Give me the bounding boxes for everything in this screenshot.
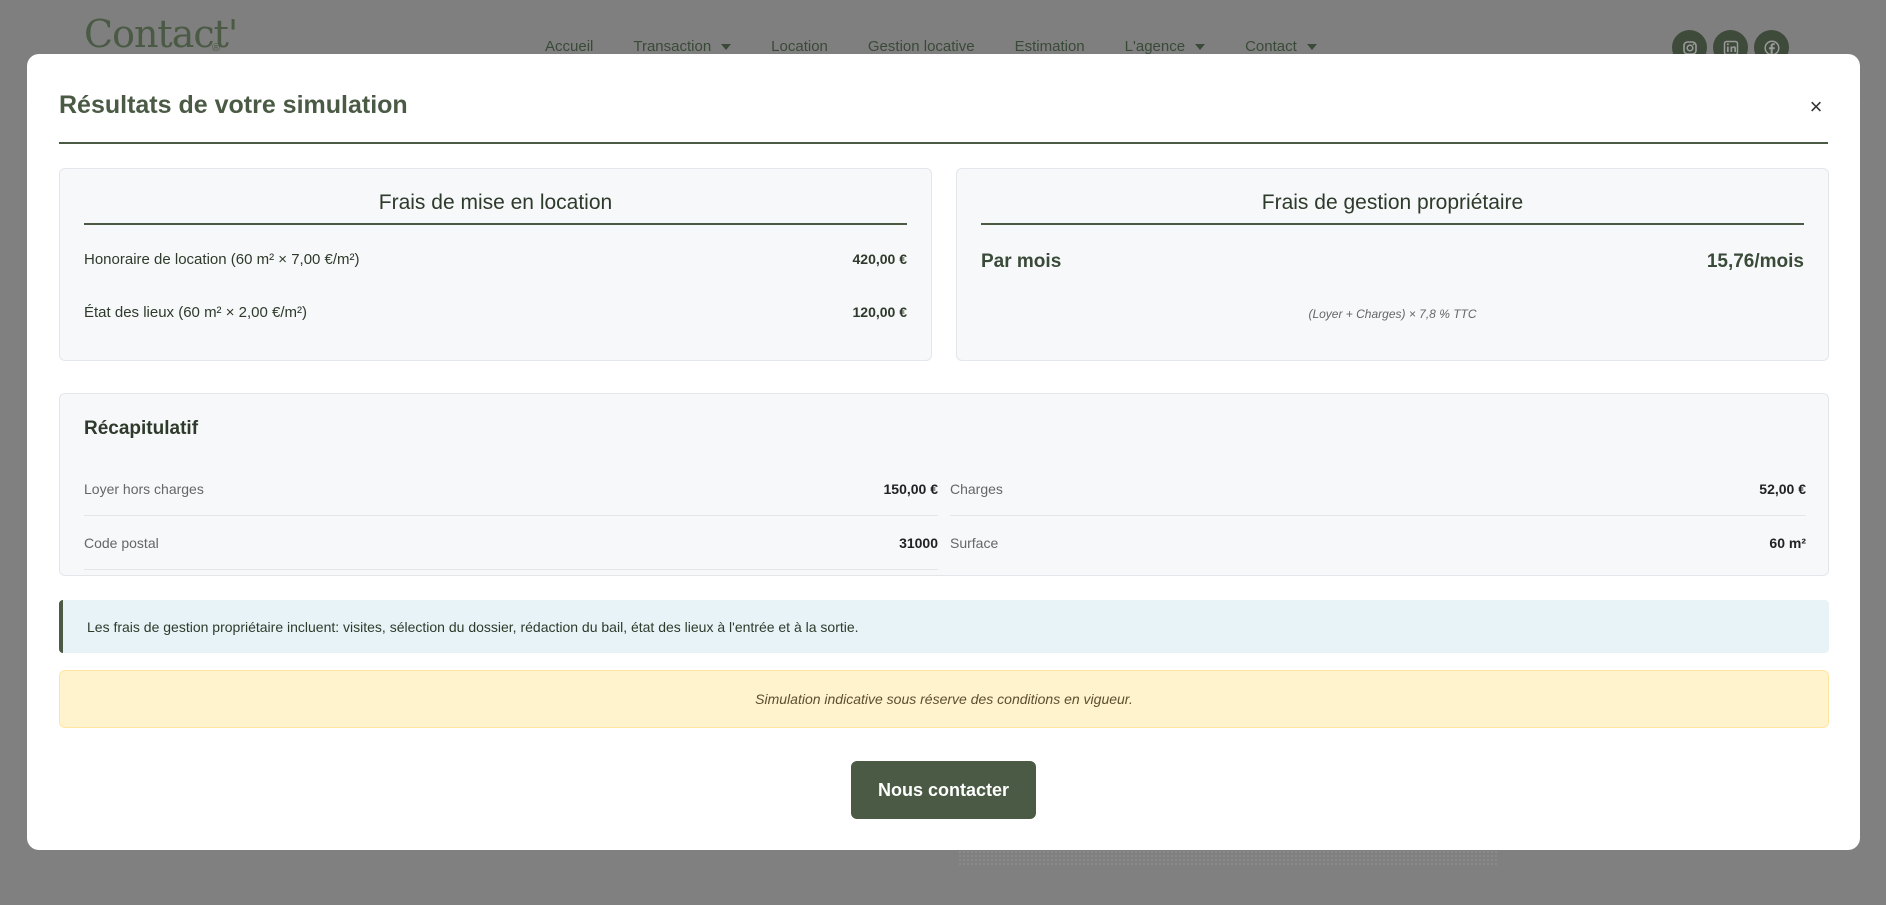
nav-label: L'agence <box>1124 38 1186 55</box>
fee-value: 420,00 € <box>852 251 908 267</box>
monthly-amount: 15,76/mois <box>1706 251 1804 272</box>
recap-label: Loyer hors charges <box>84 480 204 497</box>
title-divider <box>59 142 1828 144</box>
nav-label: Gestion locative <box>867 38 975 55</box>
recap-label: Surface <box>950 535 999 551</box>
mise-en-location-card: Frais de mise en location Honoraire de l… <box>59 168 932 361</box>
fee-label: État des lieux (60 m² × 2,00 €/m²) <box>84 304 308 321</box>
nav-item-location[interactable]: Location <box>771 38 828 55</box>
recap-card: Récapitulatif Loyer hors charges 150,00 … <box>59 393 1829 576</box>
recap-label: Code postal <box>84 534 159 551</box>
caret-down-icon <box>1195 43 1206 50</box>
nav-item-contact[interactable]: Contact <box>1245 38 1317 55</box>
nav-label: Accueil <box>545 38 594 55</box>
simulation-results-modal: Résultats de votre simulation × Frais de… <box>27 54 1860 850</box>
fee-row-honoraire: Honoraire de location (60 m² × 7,00 €/m²… <box>84 251 907 268</box>
nav-item-accueil[interactable]: Accueil <box>545 38 593 55</box>
warning-alert: Simulation indicative sous réserve des c… <box>59 670 1829 728</box>
recap-value: 31000 <box>899 534 938 551</box>
caret-down-icon <box>721 43 732 50</box>
nav-item-estimation[interactable]: Estimation <box>1015 38 1085 55</box>
recap-value: 60 m² <box>1769 535 1806 551</box>
recap-item-loyer: Loyer hors charges 150,00 € <box>84 462 938 516</box>
period-label: Par mois <box>981 251 1062 272</box>
info-alert: Les frais de gestion propriétaire inclue… <box>59 600 1829 653</box>
recap-title: Récapitulatif <box>84 418 199 439</box>
info-text: Les frais de gestion propriétaire inclue… <box>87 618 859 635</box>
nav-label: Contact <box>1245 38 1297 55</box>
site-logo[interactable]: Contact' ® <box>84 12 238 56</box>
nav-item-transaction[interactable]: Transaction <box>633 38 732 55</box>
fee-row-etat-des-lieux: État des lieux (60 m² × 2,00 €/m²) 120,0… <box>84 304 907 321</box>
fee-label: Honoraire de location (60 m² × 7,00 €/m²… <box>84 251 360 268</box>
recap-value: 150,00 € <box>883 480 939 497</box>
main-nav: Accueil Transaction Location Gestion loc… <box>545 38 1317 55</box>
recap-item-charges: Charges 52,00 € <box>950 462 1806 516</box>
nav-label: Location <box>771 38 828 55</box>
card-title: Frais de gestion propriétaire <box>981 191 1804 225</box>
nav-label: Transaction <box>633 38 712 55</box>
registered-icon: ® <box>212 42 220 54</box>
warning-text: Simulation indicative sous réserve des c… <box>755 691 1133 707</box>
nav-item-agence[interactable]: L'agence <box>1124 38 1206 55</box>
recap-item-surface: Surface 60 m² <box>950 516 1806 570</box>
recap-value: 52,00 € <box>1759 480 1806 497</box>
monthly-fee-row: Par mois 15,76/mois <box>981 251 1804 273</box>
gestion-proprietaire-card: Frais de gestion propriétaire Par mois 1… <box>956 168 1829 361</box>
card-title: Frais de mise en location <box>84 191 907 225</box>
fee-formula: (Loyer + Charges) × 7,8 % TTC <box>1308 307 1477 321</box>
nav-item-gestion-locative[interactable]: Gestion locative <box>868 38 975 55</box>
background-pattern <box>958 850 1498 866</box>
nav-label: Estimation <box>1014 38 1085 55</box>
recap-label: Charges <box>950 480 1003 497</box>
caret-down-icon <box>1306 43 1317 50</box>
close-icon[interactable]: × <box>1805 96 1827 118</box>
fee-value: 120,00 € <box>852 304 908 320</box>
recap-item-code-postal: Code postal 31000 <box>84 516 938 570</box>
modal-title: Résultats de votre simulation <box>59 91 408 119</box>
contact-button[interactable]: Nous contacter <box>851 761 1036 819</box>
